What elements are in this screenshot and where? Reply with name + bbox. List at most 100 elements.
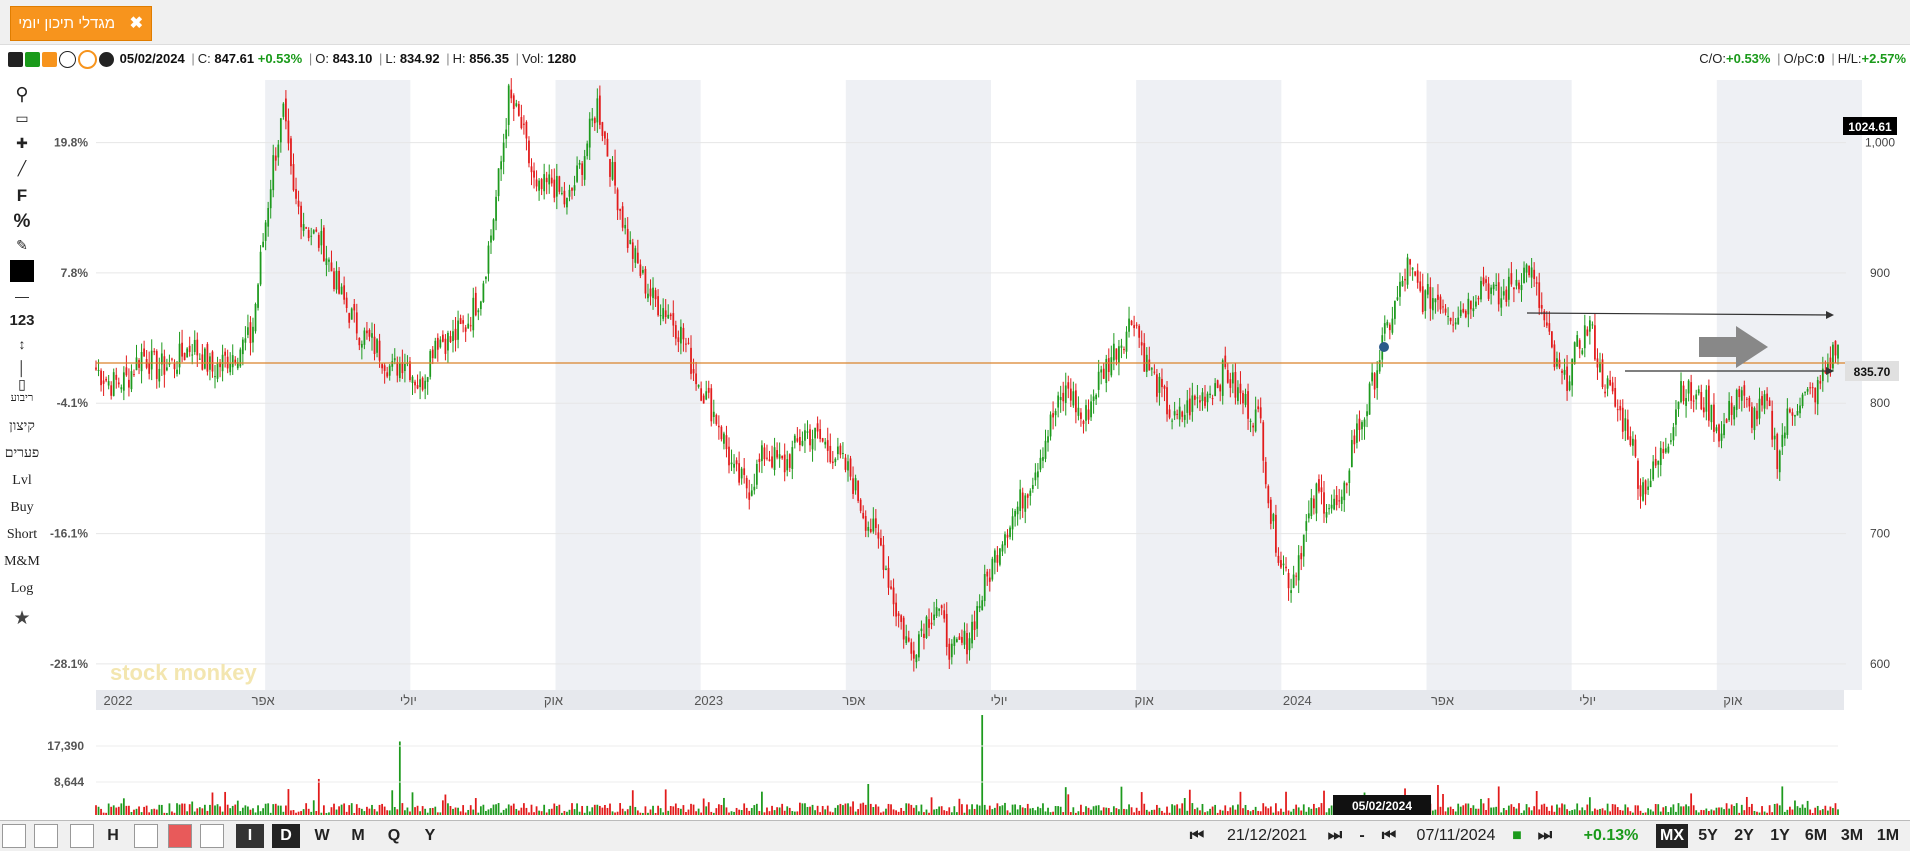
magnet-icon[interactable]: [134, 824, 158, 848]
measure-icon[interactable]: ↕: [2, 336, 42, 352]
toolbar-item-lvl[interactable]: Lvl: [2, 473, 42, 489]
candle-body: [325, 258, 328, 266]
candle-body: [1411, 267, 1414, 270]
volume-bar: [918, 811, 920, 815]
save-icon[interactable]: [200, 824, 224, 848]
volume-bar: [1773, 803, 1776, 815]
percent-tool[interactable]: %: [2, 211, 42, 233]
volume-bar: [581, 805, 584, 815]
volume-bar: [844, 803, 847, 815]
volume-bar: [1814, 807, 1817, 815]
candle-body: [287, 120, 290, 144]
start-first-icon[interactable]: ⏮: [1180, 824, 1214, 848]
volume-bar: [436, 812, 439, 815]
volume-bar: [1614, 804, 1617, 815]
interval-yearly[interactable]: Y: [416, 824, 444, 848]
volume-bar: [1596, 809, 1599, 815]
range-6m[interactable]: 6M: [1800, 824, 1832, 848]
line-width-icon[interactable]: —: [2, 288, 42, 304]
toolbar-item-mm[interactable]: M&M: [2, 554, 42, 570]
volume-bar: [234, 804, 237, 815]
range-5y[interactable]: 5Y: [1692, 824, 1724, 848]
candle-icon[interactable]: ▯: [2, 376, 42, 393]
toolbar-item-extremes[interactable]: קיצון: [2, 419, 42, 435]
end-first-icon[interactable]: ⏮: [1372, 824, 1406, 848]
vertical-line-icon[interactable]: │: [2, 360, 42, 376]
volume-bar: [312, 800, 315, 815]
end-last-icon[interactable]: ⏭: [1528, 824, 1562, 848]
price-tick-label: 600: [1870, 657, 1890, 671]
candle-body: [933, 614, 935, 621]
range-1y[interactable]: 1Y: [1764, 824, 1796, 848]
candle-body: [882, 544, 885, 570]
candle-body: [110, 385, 113, 396]
candle-body: [1371, 372, 1374, 382]
volume-bar: [345, 811, 348, 815]
interval-weekly[interactable]: W: [308, 824, 336, 848]
color-picker[interactable]: [2, 260, 42, 285]
volume-bar: [1138, 810, 1141, 815]
toolbar-item-gaps[interactable]: פערים: [2, 446, 42, 462]
interval-monthly[interactable]: M: [344, 824, 372, 848]
volume-bar: [247, 806, 249, 815]
volume-bar: [1077, 811, 1080, 815]
range-max[interactable]: MX: [1656, 824, 1688, 848]
interval-daily[interactable]: D: [272, 824, 300, 848]
start-last-icon[interactable]: ⏭: [1318, 824, 1352, 848]
volume-bar: [158, 804, 161, 815]
candle-body: [479, 301, 482, 310]
interval-quarterly[interactable]: Q: [380, 824, 408, 848]
volume-bar: [368, 808, 371, 815]
range-2y[interactable]: 2Y: [1728, 824, 1760, 848]
ohlc-type-icon[interactable]: [34, 824, 58, 848]
candle-body: [411, 376, 414, 383]
volume-bar: [1571, 810, 1574, 815]
volume-bar: [140, 812, 143, 815]
volume-bar: [1229, 807, 1232, 815]
marker-dot[interactable]: [1379, 342, 1389, 352]
candle-body: [963, 630, 966, 645]
volume-bar: [930, 797, 933, 815]
candle-body: [1409, 259, 1411, 265]
eraser-icon[interactable]: ▭: [2, 110, 42, 127]
volume-bar: [439, 812, 442, 815]
volume-bar: [1110, 812, 1113, 815]
toolbar-item-buy[interactable]: Buy: [2, 500, 42, 516]
candle-body: [1229, 379, 1232, 388]
number-tool[interactable]: 123: [2, 312, 42, 329]
edit-icon[interactable]: ✎: [2, 237, 42, 254]
volume-bar: [677, 808, 680, 815]
volume-color-icon[interactable]: [168, 824, 192, 848]
start-date[interactable]: 21/12/2021: [1218, 824, 1316, 848]
range-1m[interactable]: 1M: [1872, 824, 1904, 848]
crosshair-icon[interactable]: ✚: [2, 135, 42, 152]
end-date[interactable]: 07/11/2024: [1408, 824, 1504, 848]
volume-bar: [396, 809, 399, 815]
line-type-icon[interactable]: [70, 824, 94, 848]
fibonacci-tool[interactable]: F: [2, 186, 42, 206]
price-chart[interactable]: 2022 אפר יולי אוק 2023 אפר יולי אוק 2024 אפר יולי א…: [0, 0, 1910, 820]
volume-bar: [1766, 812, 1768, 815]
interval-intraday[interactable]: I: [236, 824, 264, 848]
candlestick-type-icon[interactable]: [2, 824, 26, 848]
volume-bar: [647, 812, 649, 815]
toolbar-item-log[interactable]: Log: [2, 581, 42, 597]
range-3m[interactable]: 3M: [1836, 824, 1868, 848]
candle-body: [1178, 406, 1181, 420]
search-icon[interactable]: ⚲: [2, 84, 42, 105]
toolbar-item-short[interactable]: Short: [2, 527, 42, 543]
star-icon[interactable]: ★: [2, 607, 42, 630]
line-icon[interactable]: ╱: [2, 160, 42, 177]
candle-style-label[interactable]: ריבוע: [2, 392, 42, 404]
candle-body: [712, 411, 715, 418]
volume-bar: [1442, 794, 1444, 815]
candle-body: [923, 633, 925, 638]
candle-body: [1016, 506, 1019, 515]
volume-bar: [573, 809, 576, 815]
volume-bar: [611, 811, 614, 815]
candle-body: [1632, 438, 1634, 446]
lock-icon[interactable]: ■: [1508, 824, 1526, 848]
candle-body: [705, 391, 708, 400]
heikin-ashi-button[interactable]: H: [100, 824, 126, 848]
candle-body: [307, 229, 310, 239]
